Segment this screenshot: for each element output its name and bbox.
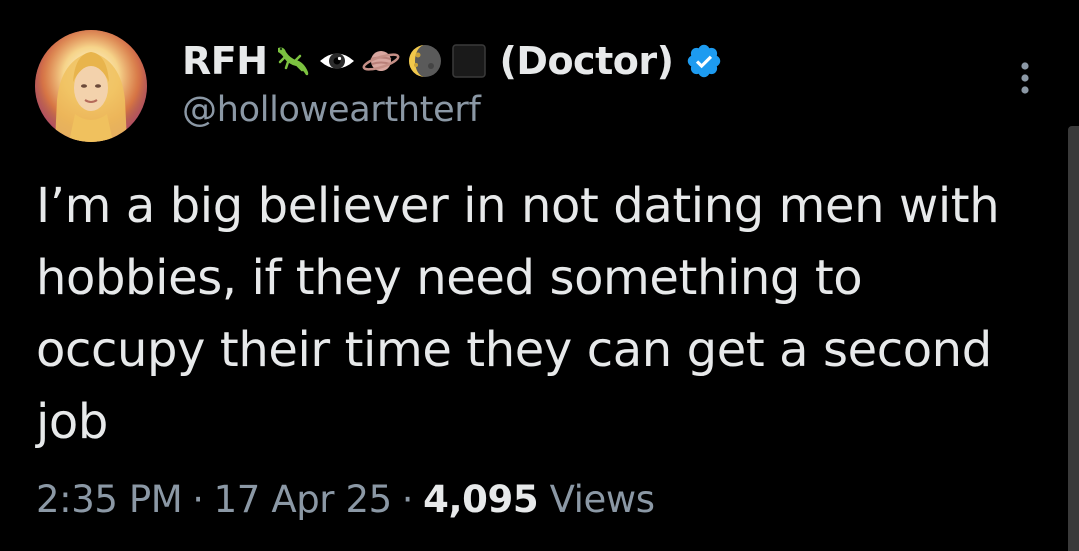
author-name-suffix[interactable]: (Doctor) — [500, 39, 674, 83]
scrollbar[interactable] — [1068, 126, 1079, 551]
moon-emoji — [406, 42, 444, 80]
author-handle[interactable]: @hollowearthterf — [182, 90, 723, 130]
author-name-row[interactable]: RFH (Doctor) — [182, 34, 723, 88]
tweet-text: I’m a big believer in not dating men wit… — [36, 178, 1000, 450]
tweet[interactable]: RFH (Doctor) @hollowearthterf I’m a big … — [0, 0, 1079, 551]
tweet-date[interactable]: 17 Apr 25 — [214, 478, 393, 521]
author-display-name[interactable]: RFH — [182, 39, 268, 83]
lizard-emoji — [274, 42, 312, 80]
eye-emoji — [318, 42, 356, 80]
black-square-emoji — [450, 42, 488, 80]
more-vertical-icon[interactable] — [1010, 58, 1040, 98]
tweet-metadata: 2:35 PM · 17 Apr 25 · 4,095 Views — [36, 478, 655, 521]
avatar[interactable] — [35, 30, 147, 142]
tweet-header: RFH (Doctor) @hollowearthterf — [182, 34, 723, 144]
views-count[interactable]: 4,095 — [423, 478, 538, 521]
separator: · — [192, 478, 204, 521]
verified-badge-icon[interactable] — [685, 42, 723, 80]
tweet-time[interactable]: 2:35 PM — [36, 478, 183, 521]
ringed-planet-emoji — [362, 42, 400, 80]
separator: · — [401, 478, 414, 521]
views-label[interactable]: Views — [550, 478, 655, 521]
